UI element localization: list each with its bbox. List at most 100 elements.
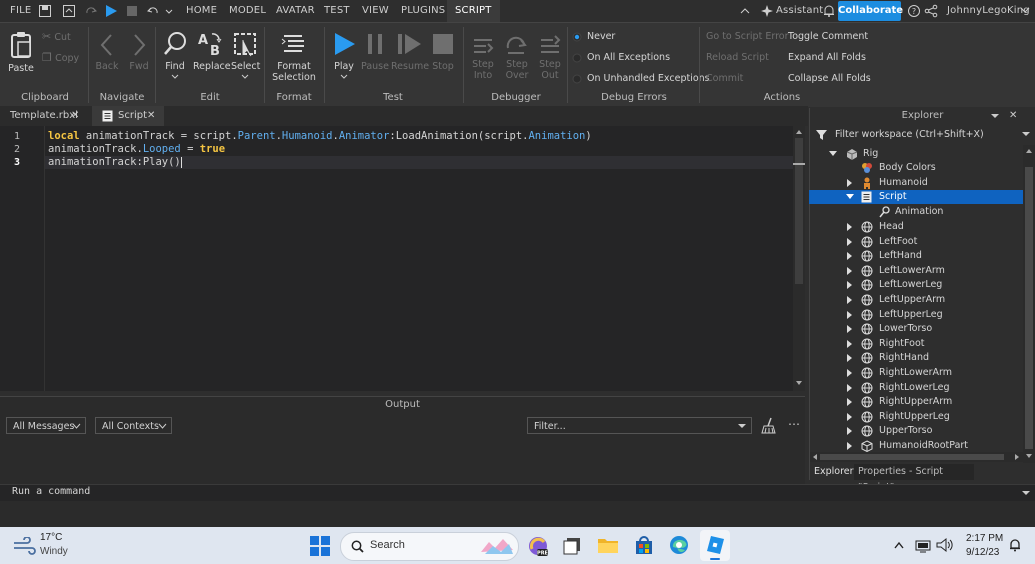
tree-item-body-colors[interactable]: Body Colors <box>809 161 1023 175</box>
copilot-preview-icon[interactable]: PRE <box>527 535 549 557</box>
tree-item-part[interactable]: LeftUpperArm <box>809 293 1023 307</box>
chevron-down-icon[interactable] <box>1022 132 1030 137</box>
close-icon[interactable]: ✕ <box>147 106 155 126</box>
microsoft-store-icon[interactable] <box>634 535 654 555</box>
play-button[interactable]: Play <box>330 30 358 83</box>
scroll-right-icon[interactable] <box>1014 454 1020 460</box>
expand-all-folds-button[interactable]: Expand All Folds <box>788 52 866 63</box>
collapsed-arrow-icon[interactable] <box>847 339 853 348</box>
tree-item-part[interactable]: RightLowerArm <box>809 366 1023 380</box>
command-input[interactable]: Run a command <box>12 486 90 497</box>
collapsed-arrow-icon[interactable] <box>847 296 853 304</box>
find-button[interactable]: Find <box>162 30 188 83</box>
tree-item-part[interactable]: LeftHand <box>809 249 1023 263</box>
collapse-ribbon-icon[interactable] <box>740 6 754 20</box>
pause-button[interactable]: Pause <box>361 30 389 72</box>
menu-tab-model[interactable]: MODEL <box>229 0 266 22</box>
copy-button[interactable]: ❐ Copy <box>42 51 79 64</box>
scroll-up-icon[interactable] <box>795 129 803 135</box>
stop-button[interactable]: Stop <box>429 30 457 72</box>
collapsed-arrow-icon[interactable] <box>847 325 853 334</box>
stop-icon[interactable] <box>125 4 139 18</box>
explorer-filter-input[interactable]: Filter workspace (Ctrl+Shift+X) <box>835 129 984 140</box>
volume-icon[interactable] <box>936 537 954 553</box>
assistant-icon[interactable] <box>760 4 774 18</box>
chevron-down-icon[interactable] <box>1022 491 1030 496</box>
code-line-1[interactable]: local animationTrack = script.Parent.Hum… <box>48 130 592 142</box>
undo-dropdown-icon[interactable] <box>165 4 179 18</box>
close-icon[interactable]: ✕ <box>71 106 79 126</box>
step-out-button[interactable]: Step Out <box>535 32 565 81</box>
redo-icon[interactable] <box>84 4 98 18</box>
scrollbar-thumb[interactable] <box>1025 167 1033 449</box>
taskbar-search-box[interactable]: Search <box>340 532 519 561</box>
step-over-button[interactable]: Step Over <box>502 32 532 81</box>
collapse-all-folds-button[interactable]: Collapse All Folds <box>788 73 871 84</box>
tree-item-part[interactable]: LowerTorso <box>809 322 1023 336</box>
tree-item-part[interactable]: RightUpperArm <box>809 395 1023 409</box>
tree-item-script[interactable]: Script <box>809 190 1023 204</box>
back-button[interactable]: Back <box>95 32 119 72</box>
scroll-left-icon[interactable] <box>812 454 818 460</box>
tab-template[interactable]: Template.rbxl ✕ <box>0 106 88 126</box>
undo-icon[interactable] <box>146 4 160 18</box>
menu-file[interactable]: FILE <box>10 0 31 22</box>
collapsed-arrow-icon[interactable] <box>847 266 853 275</box>
collapsed-arrow-icon[interactable] <box>847 398 853 407</box>
replace-button[interactable]: AB Replace <box>193 30 231 72</box>
network-icon[interactable] <box>915 537 931 553</box>
notification-center-icon[interactable] <box>1008 538 1022 552</box>
publish-icon[interactable] <box>62 4 76 18</box>
collapsed-arrow-icon[interactable] <box>847 427 853 436</box>
collapsed-arrow-icon[interactable] <box>847 412 853 421</box>
collapsed-arrow-icon[interactable] <box>847 179 853 187</box>
all-contexts-dropdown[interactable]: All Contexts <box>95 417 172 434</box>
reload-script-button[interactable]: Reload Script <box>706 52 769 63</box>
scrollbar-thumb[interactable] <box>820 454 1004 460</box>
toggle-comment-button[interactable]: Toggle Comment <box>788 31 868 42</box>
code-line-3[interactable]: animationTrack:Play() <box>48 156 182 168</box>
chevron-up-icon[interactable] <box>894 541 904 549</box>
format-selection-button[interactable]: Format Selection <box>270 30 318 83</box>
collapsed-arrow-icon[interactable] <box>847 252 853 261</box>
forward-button[interactable]: Fwd <box>127 32 151 72</box>
tab-explorer[interactable]: Explorer <box>810 464 854 480</box>
tree-item-rig[interactable]: Rig <box>809 147 1023 161</box>
scroll-down-icon[interactable] <box>1025 453 1033 459</box>
tree-item-part[interactable]: LeftLowerArm <box>809 264 1023 278</box>
weather-temperature[interactable]: 17°C <box>40 532 62 543</box>
close-icon[interactable]: ✕ <box>1009 110 1017 121</box>
explorer-scrollbar[interactable] <box>1023 145 1035 463</box>
collapsed-arrow-icon[interactable] <box>847 354 853 363</box>
tree-item-part[interactable]: LeftLowerLeg <box>809 278 1023 292</box>
scroll-down-icon[interactable] <box>795 380 803 386</box>
tab-script[interactable]: Script ✕ <box>92 106 164 126</box>
clock-time[interactable]: 2:17 PM <box>966 533 1003 544</box>
select-button[interactable]: Select <box>231 30 260 83</box>
tree-item-humanoid[interactable]: Humanoid <box>809 176 1023 190</box>
user-name[interactable]: JohnnyLegoKing <box>947 0 1030 22</box>
paste-button[interactable]: Paste <box>6 30 36 74</box>
save-icon[interactable] <box>38 4 52 18</box>
edge-browser-icon[interactable] <box>669 535 689 555</box>
editor-scrollbar[interactable] <box>793 126 805 391</box>
commit-button[interactable]: Commit <box>706 73 743 84</box>
goto-script-error-button[interactable]: Go to Script Error <box>706 31 788 42</box>
menu-tab-plugins[interactable]: PLUGINS <box>401 0 445 22</box>
expanded-arrow-icon[interactable] <box>846 194 854 200</box>
explorer-hscrollbar[interactable] <box>810 452 1023 462</box>
file-explorer-icon[interactable] <box>597 535 619 555</box>
tree-item-part[interactable]: RightHand <box>809 351 1023 365</box>
clock-date[interactable]: 9/12/23 <box>966 547 999 558</box>
tree-item-part[interactable]: Head <box>809 220 1023 234</box>
resume-button[interactable]: Resume <box>391 30 429 72</box>
collaborate-button[interactable]: Collaborate <box>838 1 903 21</box>
collapsed-arrow-icon[interactable] <box>847 237 853 246</box>
tree-item-animation[interactable]: Animation <box>809 205 1023 219</box>
code-line-2[interactable]: animationTrack.Looped = true <box>48 143 225 155</box>
tree-item-part[interactable]: HumanoidRootPart <box>809 439 1023 453</box>
help-icon[interactable]: ? <box>907 4 921 18</box>
expanded-arrow-icon[interactable] <box>829 151 837 157</box>
clear-output-icon[interactable] <box>761 417 777 435</box>
user-dropdown-icon[interactable] <box>1020 5 1034 19</box>
